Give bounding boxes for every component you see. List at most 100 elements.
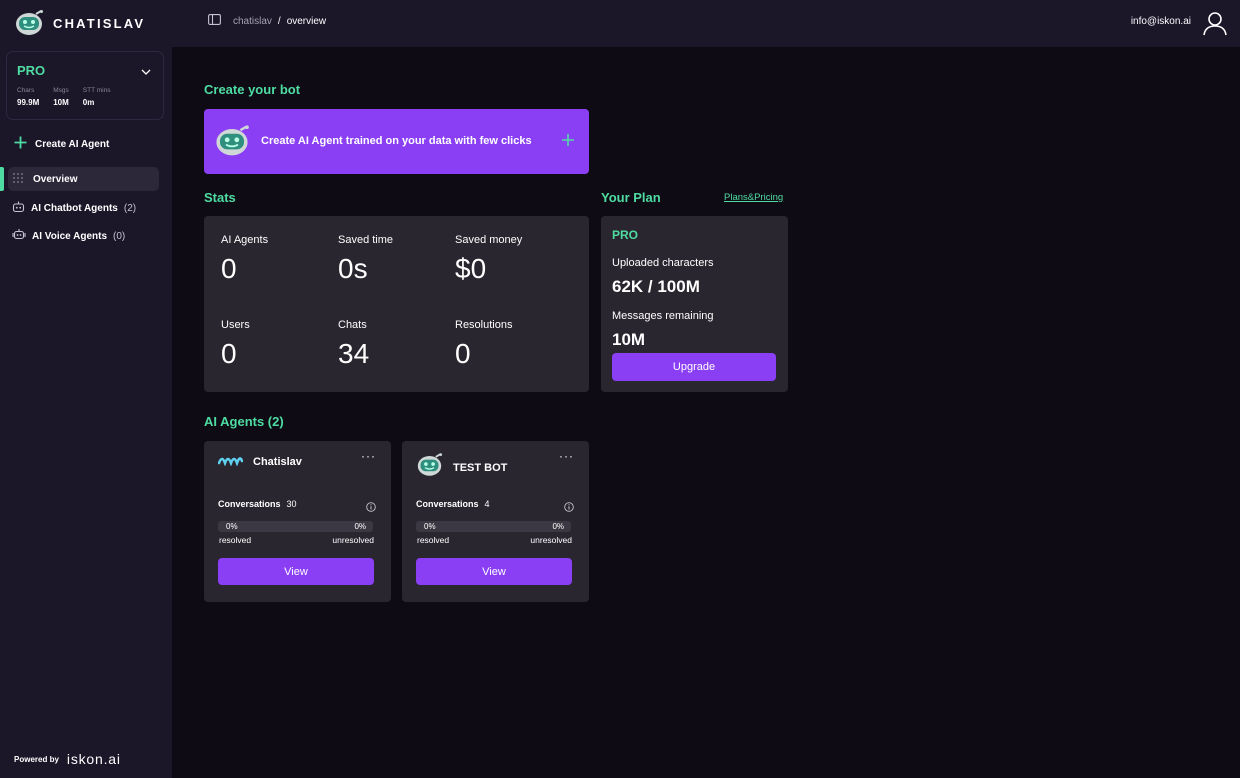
- plan-stat-chars: Chars 99.9M: [17, 87, 39, 107]
- plan-stat-label: STT mins: [82, 87, 111, 94]
- grid-dots-icon: [12, 172, 24, 187]
- robot-logo-icon: [14, 10, 44, 36]
- chatbot-icon: [12, 200, 25, 216]
- agent-card-chatislav: Chatislav ··· Conversations 30 0% 0% reso…: [204, 441, 391, 602]
- plan-stat-label: Chars: [17, 87, 35, 94]
- chevron-down-icon[interactable]: [141, 64, 151, 82]
- plus-icon: [561, 133, 575, 152]
- conversations-label: Conversations: [416, 499, 479, 509]
- plan-card: PRO Uploaded characters 62K / 100M Messa…: [601, 216, 788, 392]
- plan-stat-value: 99.9M: [17, 98, 40, 107]
- user-avatar-icon[interactable]: [1202, 10, 1228, 41]
- stat-label: Users: [221, 319, 250, 331]
- ai-agents-title: AI Agents (2): [204, 414, 284, 429]
- uploaded-characters-label: Uploaded characters: [612, 257, 714, 269]
- info-icon[interactable]: [366, 499, 376, 517]
- stats-card: AI Agents 0 Saved time 0s Saved money $0…: [204, 216, 589, 392]
- breadcrumb: chatislav / overview: [208, 14, 326, 28]
- upgrade-button[interactable]: Upgrade: [612, 353, 776, 381]
- plan-selector[interactable]: PRO Chars 99.9M Msgs 10M STT mins 0m: [6, 51, 164, 120]
- stat-value: 0: [455, 338, 471, 369]
- robot-logo-icon: [416, 453, 443, 482]
- conversations-label: Conversations: [218, 499, 281, 509]
- breadcrumb-parent[interactable]: chatislav: [233, 16, 272, 27]
- nav-active-indicator: [0, 167, 4, 191]
- stat-value: $0: [455, 253, 487, 284]
- sidebar-item-count: (2): [123, 202, 137, 214]
- robot-logo-icon: [214, 125, 250, 162]
- resolved-label: resolved: [219, 535, 252, 545]
- agent-header: TEST BOT: [416, 453, 507, 482]
- stat-resolutions: Resolutions 0: [455, 319, 512, 370]
- info-icon[interactable]: [564, 499, 574, 517]
- resolution-bar: 0% 0%: [218, 521, 373, 532]
- more-options-icon[interactable]: ···: [559, 449, 574, 463]
- breadcrumb-current: overview: [286, 15, 327, 27]
- plan-usage-stats: Chars 99.9M Msgs 10M STT mins 0m: [17, 87, 111, 107]
- plan-name: PRO: [612, 228, 639, 242]
- conversations: Conversations 30: [218, 499, 297, 509]
- stat-label: Saved money: [455, 234, 523, 246]
- messages-remaining-value: 10M: [612, 330, 646, 349]
- sidebar-toggle-icon[interactable]: [208, 14, 221, 28]
- resolved-percent: 0%: [226, 522, 238, 531]
- sidebar-item-label: AI Voice Agents: [32, 230, 108, 242]
- view-agent-button[interactable]: View: [218, 558, 374, 585]
- agent-header: Chatislav: [217, 453, 302, 471]
- sidebar-item-label: Overview: [33, 173, 78, 185]
- more-options-icon[interactable]: ···: [361, 449, 376, 463]
- plan-stat-value: 0m: [82, 98, 95, 107]
- resolved-label: resolved: [417, 535, 450, 545]
- sidebar-item-voice-agents[interactable]: AI Voice Agents (0): [8, 224, 159, 248]
- stat-label: AI Agents: [221, 234, 269, 246]
- voice-agent-icon: [12, 228, 26, 244]
- conversations: Conversations 4: [416, 499, 490, 509]
- powered-by-label: Powered by: [14, 754, 59, 764]
- create-bot-title: Create your bot: [204, 82, 301, 97]
- resolved-percent: 0%: [424, 522, 436, 531]
- your-plan-title: Your Plan: [601, 190, 661, 205]
- sidebar-item-chatbot-agents[interactable]: AI Chatbot Agents (2): [8, 196, 159, 220]
- unresolved-label: unresolved: [530, 535, 572, 545]
- banner-text: Create AI Agent trained on your data wit…: [261, 135, 532, 147]
- sidebar-item-count: (0): [113, 230, 126, 242]
- powered-by[interactable]: Powered by iskon.ai: [14, 751, 121, 767]
- stat-chats: Chats 34: [338, 319, 369, 370]
- agent-name: TEST BOT: [453, 461, 508, 474]
- agent-name: Chatislav: [253, 456, 302, 468]
- stat-label: Chats: [338, 319, 367, 331]
- create-agent-banner[interactable]: Create AI Agent trained on your data wit…: [204, 109, 589, 174]
- stat-value: 0: [221, 253, 237, 284]
- unresolved-percent: 0%: [552, 522, 564, 531]
- create-ai-agent-button[interactable]: Create AI Agent: [14, 136, 109, 152]
- brand[interactable]: CHATISLAV: [14, 9, 145, 37]
- stat-saved-time: Saved time 0s: [338, 234, 393, 285]
- conversations-count: 4: [484, 499, 490, 509]
- iskon-logo: iskon.ai: [66, 751, 121, 767]
- plan-stat-stt: STT mins 0m: [83, 87, 111, 107]
- plan-stat-value: 10M: [53, 98, 69, 107]
- sidebar: CHATISLAV PRO Chars 99.9M Msgs 10M STT m…: [0, 0, 172, 778]
- wave-logo-icon: [217, 453, 244, 471]
- user-email[interactable]: info@iskon.ai: [1131, 16, 1191, 27]
- plan-name: PRO: [17, 63, 46, 78]
- topbar: chatislav / overview info@iskon.ai: [172, 0, 1240, 47]
- unresolved-percent: 0%: [354, 522, 366, 531]
- stats-title: Stats: [204, 190, 236, 205]
- stat-users: Users 0: [221, 319, 250, 370]
- sidebar-item-label: AI Chatbot Agents: [31, 202, 118, 214]
- stat-label: Saved time: [338, 234, 394, 246]
- breadcrumb-separator: /: [277, 15, 281, 27]
- uploaded-characters-value: 62K / 100M: [612, 277, 700, 296]
- plans-pricing-link[interactable]: Plans&Pricing: [724, 192, 783, 203]
- app-name: CHATISLAV: [53, 15, 146, 31]
- sidebar-item-overview[interactable]: Overview: [8, 167, 159, 191]
- stat-saved-money: Saved money $0: [455, 234, 522, 285]
- messages-remaining-label: Messages remaining: [612, 310, 714, 322]
- stat-value: 0: [221, 338, 237, 369]
- stat-label: Resolutions: [455, 319, 513, 331]
- stat-ai-agents: AI Agents 0: [221, 234, 268, 285]
- plan-stat-msgs: Msgs 10M: [53, 87, 69, 107]
- plan-stat-label: Msgs: [53, 87, 69, 94]
- view-agent-button[interactable]: View: [416, 558, 572, 585]
